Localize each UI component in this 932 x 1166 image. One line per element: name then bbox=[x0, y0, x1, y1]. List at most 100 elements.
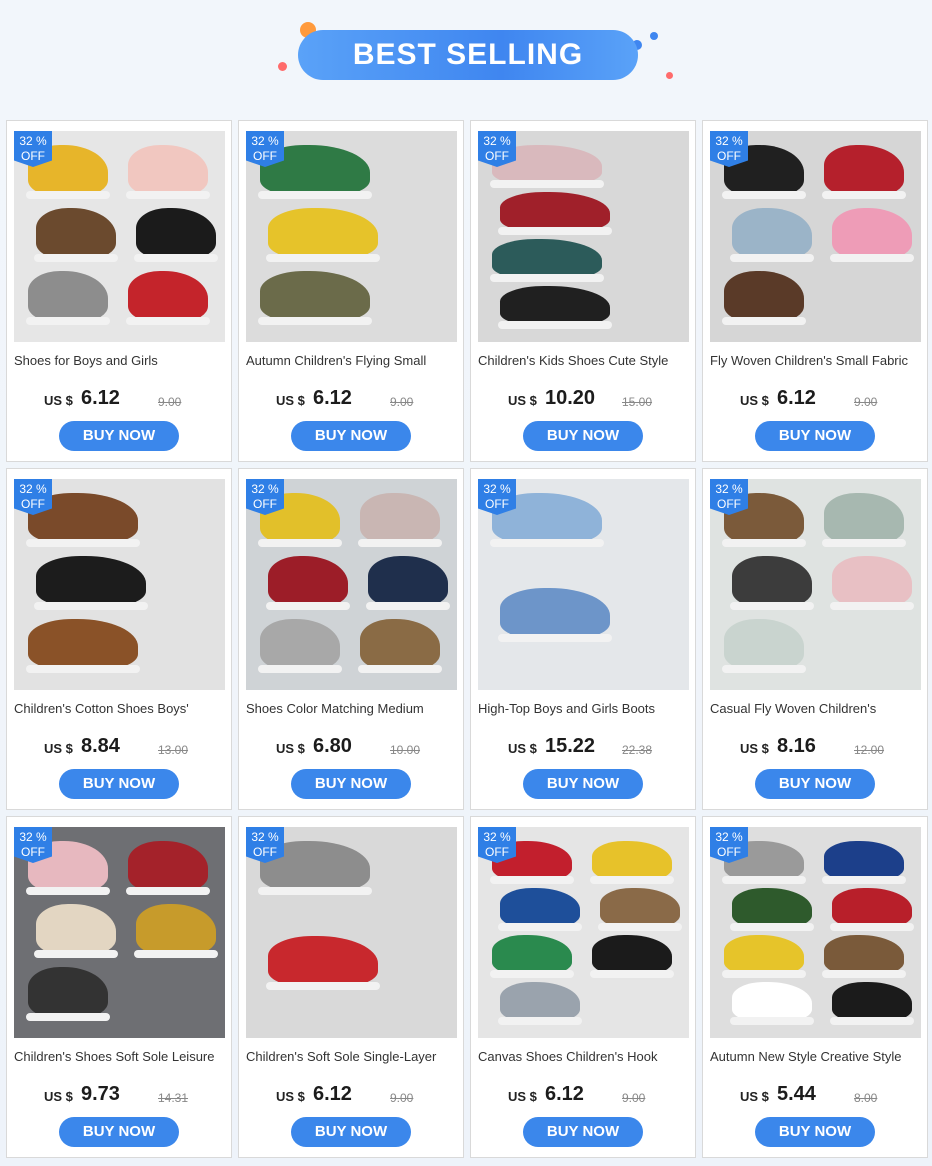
shoe-shape bbox=[832, 888, 912, 927]
discount-percent: 32 % bbox=[715, 830, 743, 844]
product-card[interactable]: 32 % OFF High-Top Boys and Girls Boots US $… bbox=[470, 468, 696, 810]
original-price: 9.00 bbox=[390, 395, 414, 409]
shoe-shape bbox=[268, 556, 348, 606]
shoe-shape bbox=[500, 982, 580, 1021]
original-price: 12.00 bbox=[854, 743, 885, 757]
product-card[interactable]: 32 % OFF Children's Cotton Shoes Boys' US $… bbox=[6, 468, 232, 810]
product-title[interactable]: High-Top Boys and Girls Boots bbox=[478, 701, 692, 716]
shoe-shape bbox=[824, 841, 904, 880]
shoe-sole bbox=[590, 970, 674, 978]
buy-now-button[interactable]: BUY NOW bbox=[291, 421, 411, 451]
sale-price: 6.80 bbox=[313, 735, 352, 757]
sale-price: 8.16 bbox=[777, 735, 816, 757]
price-row: US $ 15.22 22.38 bbox=[471, 735, 695, 759]
shoe-sole bbox=[498, 227, 612, 235]
buy-now-button[interactable]: BUY NOW bbox=[59, 421, 179, 451]
shoe-sole bbox=[26, 1013, 110, 1021]
shoe-shape bbox=[824, 493, 904, 543]
buy-now-button[interactable]: BUY NOW bbox=[59, 1117, 179, 1147]
product-title[interactable]: Fly Woven Children's Small Fabric bbox=[710, 353, 924, 368]
shoe-shape bbox=[724, 935, 804, 974]
shoe-sole bbox=[134, 254, 218, 262]
price-row: US $ 10.20 15.00 bbox=[471, 387, 695, 411]
shoe-shape bbox=[832, 556, 912, 606]
product-card[interactable]: 32 % OFF Casual Fly Woven Children's US $ 8.… bbox=[702, 468, 928, 810]
sale-price: 8.84 bbox=[81, 735, 120, 757]
price-row: US $ 6.12 9.00 bbox=[703, 387, 927, 411]
buy-now-button[interactable]: BUY NOW bbox=[755, 421, 875, 451]
currency-label: US $ bbox=[740, 741, 769, 756]
discount-badge: 32 % OFF bbox=[14, 479, 52, 515]
original-price: 9.00 bbox=[158, 395, 182, 409]
discount-badge: 32 % OFF bbox=[478, 131, 516, 167]
buy-now-button[interactable]: BUY NOW bbox=[523, 1117, 643, 1147]
shoe-shape bbox=[360, 493, 440, 543]
discount-percent: 32 % bbox=[715, 482, 743, 496]
shoe-shape bbox=[500, 286, 610, 325]
price-row: US $ 8.16 12.00 bbox=[703, 735, 927, 759]
shoe-sole bbox=[722, 970, 806, 978]
sale-price: 6.12 bbox=[545, 1083, 584, 1105]
currency-label: US $ bbox=[44, 1089, 73, 1104]
discount-percent: 32 % bbox=[483, 482, 511, 496]
original-price: 9.00 bbox=[390, 1091, 414, 1105]
price-row: US $ 5.44 8.00 bbox=[703, 1083, 927, 1107]
product-card[interactable]: 32 % OFF Fly Woven Children's Small Fabric… bbox=[702, 120, 928, 462]
product-card[interactable]: 32 % OFF Shoes Color Matching Medium US $ 6.… bbox=[238, 468, 464, 810]
buy-now-button[interactable]: BUY NOW bbox=[523, 769, 643, 799]
product-card[interactable]: 32 % OFF Children's Shoes Soft Sole Leisur… bbox=[6, 816, 232, 1158]
discount-off-label: OFF bbox=[717, 149, 741, 163]
shoe-sole bbox=[498, 321, 612, 329]
shoe-shape bbox=[268, 208, 378, 258]
product-title[interactable]: Casual Fly Woven Children's bbox=[710, 701, 924, 716]
shoe-sole bbox=[730, 254, 814, 262]
shoe-sole bbox=[266, 982, 380, 990]
price-row: US $ 6.12 9.00 bbox=[7, 387, 231, 411]
original-price: 8.00 bbox=[854, 1091, 878, 1105]
currency-label: US $ bbox=[508, 393, 537, 408]
product-title[interactable]: Shoes for Boys and Girls bbox=[14, 353, 228, 368]
sale-price: 10.20 bbox=[545, 387, 596, 409]
shoe-shape bbox=[832, 982, 912, 1021]
shoe-shape bbox=[500, 192, 610, 231]
buy-now-button[interactable]: BUY NOW bbox=[755, 1117, 875, 1147]
sale-price: 9.73 bbox=[81, 1083, 120, 1105]
buy-now-button[interactable]: BUY NOW bbox=[755, 769, 875, 799]
product-card[interactable]: 32 % OFF Shoes for Boys and Girls US $ 6.12 9… bbox=[6, 120, 232, 462]
shoe-sole bbox=[590, 876, 674, 884]
product-card[interactable]: 32 % OFF Children's Kids Shoes Cute Style U… bbox=[470, 120, 696, 462]
discount-badge: 32 % OFF bbox=[14, 131, 52, 167]
product-title[interactable]: Children's Cotton Shoes Boys' bbox=[14, 701, 228, 716]
buy-now-button[interactable]: BUY NOW bbox=[59, 769, 179, 799]
discount-percent: 32 % bbox=[19, 134, 47, 148]
shoe-sole bbox=[822, 539, 906, 547]
shoe-sole bbox=[258, 539, 342, 547]
buy-now-button[interactable]: BUY NOW bbox=[523, 421, 643, 451]
shoe-sole bbox=[26, 539, 140, 547]
product-title[interactable]: Shoes Color Matching Medium bbox=[246, 701, 460, 716]
shoe-shape bbox=[28, 619, 138, 669]
product-title[interactable]: Autumn Children's Flying Small bbox=[246, 353, 460, 368]
shoe-shape bbox=[36, 556, 146, 606]
product-title[interactable]: Children's Kids Shoes Cute Style bbox=[478, 353, 692, 368]
shoe-sole bbox=[126, 887, 210, 895]
buy-now-button[interactable]: BUY NOW bbox=[291, 769, 411, 799]
product-card[interactable]: 32 % OFF Children's Soft Sole Single-Layer… bbox=[238, 816, 464, 1158]
product-title[interactable]: Canvas Shoes Children's Hook bbox=[478, 1049, 692, 1064]
product-title[interactable]: Autumn New Style Creative Style bbox=[710, 1049, 924, 1064]
discount-badge: 32 % OFF bbox=[478, 479, 516, 515]
discount-off-label: OFF bbox=[717, 497, 741, 511]
product-card[interactable]: 32 % OFF Autumn New Style Creative Style US… bbox=[702, 816, 928, 1158]
shoe-sole bbox=[358, 539, 442, 547]
sale-price: 6.12 bbox=[81, 387, 120, 409]
shoe-shape bbox=[600, 888, 680, 927]
product-title[interactable]: Children's Shoes Soft Sole Leisure bbox=[14, 1049, 228, 1064]
shoe-shape bbox=[824, 935, 904, 974]
currency-label: US $ bbox=[740, 1089, 769, 1104]
buy-now-button[interactable]: BUY NOW bbox=[291, 1117, 411, 1147]
product-title[interactable]: Children's Soft Sole Single-Layer bbox=[246, 1049, 460, 1064]
product-card[interactable]: 32 % OFF Autumn Children's Flying Small US … bbox=[238, 120, 464, 462]
price-row: US $ 6.80 10.00 bbox=[239, 735, 463, 759]
product-card[interactable]: 32 % OFF Canvas Shoes Children's Hook US $ 6… bbox=[470, 816, 696, 1158]
discount-percent: 32 % bbox=[19, 830, 47, 844]
